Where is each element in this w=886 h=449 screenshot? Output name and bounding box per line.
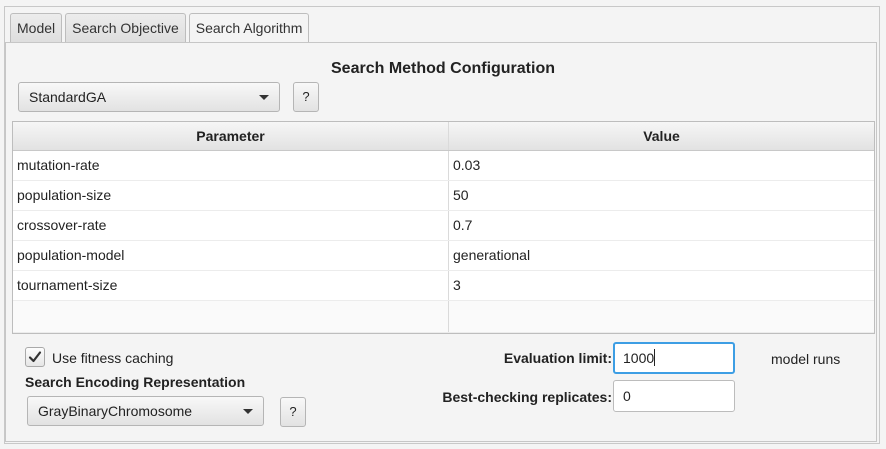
model-runs-unit-label: model runs <box>771 351 841 367</box>
empty-cell <box>13 301 449 332</box>
table-header: Parameter Value <box>13 122 874 151</box>
checkmark-icon <box>28 351 42 363</box>
evaluation-limit-input[interactable]: 1000 <box>613 342 735 374</box>
text-cursor <box>654 349 656 366</box>
best-checking-replicates-label: Best-checking replicates: <box>442 389 612 405</box>
column-header-value[interactable]: Value <box>449 122 874 150</box>
table-row[interactable]: mutation-rate 0.03 <box>13 151 874 181</box>
parameter-value-cell[interactable]: 50 <box>449 181 874 210</box>
evaluation-limit-label: Evaluation limit: <box>503 350 612 366</box>
parameter-value-cell[interactable]: 3 <box>449 271 874 300</box>
tab-search-algorithm[interactable]: Search Algorithm <box>188 13 310 43</box>
best-checking-replicates-value: 0 <box>623 388 631 404</box>
parameter-value-cell[interactable]: 0.7 <box>449 211 874 240</box>
tab-model[interactable]: Model <box>10 13 63 42</box>
table-row[interactable]: crossover-rate 0.7 <box>13 211 874 241</box>
table-row[interactable]: population-model generational <box>13 241 874 271</box>
parameter-name-cell: population-size <box>13 181 449 210</box>
chevron-down-icon <box>259 95 269 100</box>
table-row[interactable]: population-size 50 <box>13 181 874 211</box>
parameter-name-cell: tournament-size <box>13 271 449 300</box>
encoding-help-button[interactable]: ? <box>280 397 306 427</box>
parameter-name-cell: mutation-rate <box>13 151 449 180</box>
encoding-selected: GrayBinaryChromosome <box>38 403 193 419</box>
column-header-parameter[interactable]: Parameter <box>13 122 449 150</box>
parameter-value-cell[interactable]: 0.03 <box>449 151 874 180</box>
empty-cell <box>449 301 874 332</box>
search-method-selected: StandardGA <box>29 89 107 105</box>
search-encoding-title: Search Encoding Representation <box>25 374 246 390</box>
search-method-help-button[interactable]: ? <box>293 82 319 112</box>
table-row[interactable]: tournament-size 3 <box>13 271 874 301</box>
best-checking-replicates-input[interactable]: 0 <box>613 380 735 412</box>
tab-bar: Model Search Objective Search Algorithm <box>10 13 312 43</box>
fitness-caching-label[interactable]: Use fitness caching <box>52 350 173 366</box>
search-method-dropdown[interactable]: StandardGA <box>18 82 280 112</box>
search-method-configuration-title: Search Method Configuration <box>331 60 555 77</box>
fitness-caching-checkbox[interactable] <box>25 347 45 367</box>
chevron-down-icon <box>243 409 253 414</box>
empty-table-row <box>13 301 874 333</box>
evaluation-limit-value: 1000 <box>623 350 655 366</box>
parameter-value-cell[interactable]: generational <box>449 241 874 270</box>
parameter-name-cell: crossover-rate <box>13 211 449 240</box>
parameter-name-cell: population-model <box>13 241 449 270</box>
tab-search-objective[interactable]: Search Objective <box>65 13 186 42</box>
parameter-table: Parameter Value mutation-rate 0.03 popul… <box>12 121 875 334</box>
encoding-dropdown[interactable]: GrayBinaryChromosome <box>27 396 264 426</box>
